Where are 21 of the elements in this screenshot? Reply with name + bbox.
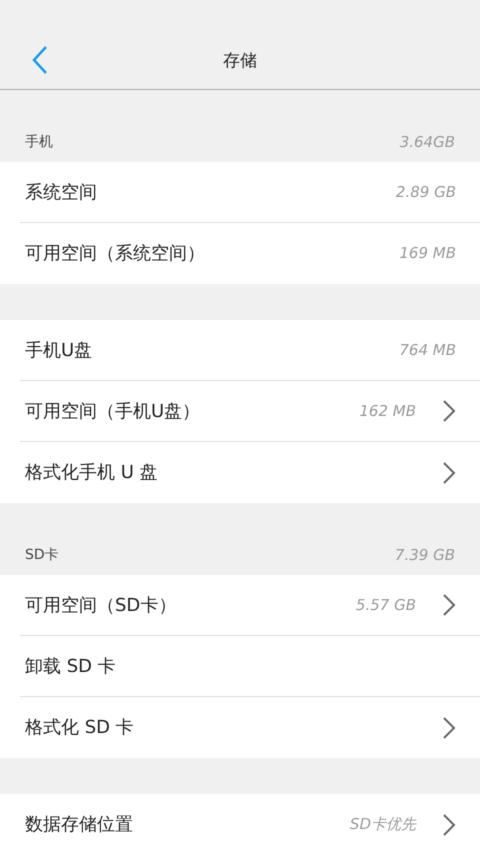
row-value: 169 MB — [399, 243, 456, 264]
row-label: 格式化 SD 卡 — [25, 716, 135, 740]
row-label: 可用空间（手机U盘） — [25, 400, 202, 424]
row-value: SD卡优先 — [350, 814, 416, 836]
row-label: 数据存储位置 — [25, 813, 134, 837]
row-value: 162 MB — [359, 400, 416, 422]
section-total: 7.39 GB — [394, 544, 455, 566]
row-label: 系统空间 — [25, 180, 98, 204]
section-total: 3.64GB — [400, 132, 455, 152]
section-header: SD卡 — [25, 546, 59, 565]
row-label: 可用空间（SD卡） — [25, 594, 178, 618]
row-value: 5.57 GB — [356, 594, 416, 616]
row-label: 可用空间（系统空间） — [25, 242, 206, 266]
screen-title: 存储 — [223, 50, 257, 74]
row-value: 764 MB — [399, 340, 456, 361]
back-icon — [32, 45, 48, 75]
row-value: 2.89 GB — [396, 182, 456, 203]
row-label: 格式化手机 U 盘 — [25, 461, 159, 485]
row-label: 手机U盘 — [25, 338, 94, 362]
section-header: 手机 — [25, 133, 53, 152]
row-label: 卸载 SD 卡 — [25, 654, 117, 678]
